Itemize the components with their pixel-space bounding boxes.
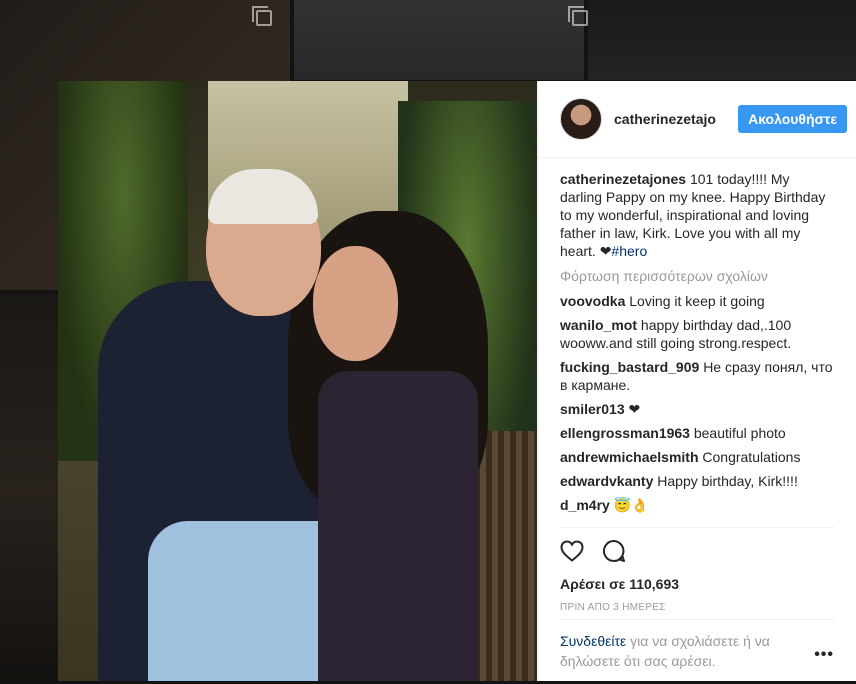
more-options-icon[interactable]: ••• <box>814 645 834 665</box>
multiple-photos-icon <box>252 6 272 26</box>
comment-username[interactable]: voovodka <box>560 293 625 309</box>
comment-item: smiler013 ❤ <box>560 400 834 418</box>
load-more-comments[interactable]: Φόρτωση περισσότερων σχολίων <box>560 267 834 285</box>
post-caption: catherinezetajones 101 today!!!! My darl… <box>560 170 834 260</box>
heart-icon[interactable] <box>560 539 584 567</box>
post-actions: Αρέσει σε 110,693 ΠΡΙΝ ΑΠΟ 3 ΗΜΕΡΕΣ <box>560 527 834 619</box>
comment-item: d_m4ry 😇👌 <box>560 496 834 514</box>
post-header: catherinezetajo Ακολουθήστε <box>538 81 856 158</box>
comment-text: Loving it keep it going <box>629 293 765 309</box>
comment-username[interactable]: fucking_bastard_909 <box>560 359 699 375</box>
post-sidebar: catherinezetajo Ακολουθήστε catherinezet… <box>537 81 856 681</box>
post-modal: catherinezetajo Ακολουθήστε catherinezet… <box>58 81 856 681</box>
comment-username[interactable]: wanilo_mot <box>560 317 637 333</box>
comment-text: beautiful photo <box>693 425 786 441</box>
comment-item: voovodka Loving it keep it going <box>560 292 834 310</box>
photo-woman-face <box>313 246 398 361</box>
post-photo[interactable] <box>58 81 537 681</box>
avatar[interactable] <box>560 98 602 140</box>
comment-item: fucking_bastard_909 Не сразу понял, что … <box>560 358 834 394</box>
login-link[interactable]: Συνδεθείτε <box>560 633 626 649</box>
comment-text: ❤ <box>628 401 641 417</box>
comment-text: 😇👌 <box>613 497 649 513</box>
comment-text: Happy birthday, Kirk!!!! <box>657 473 798 489</box>
comment-item: edwardvkanty Happy birthday, Kirk!!!! <box>560 472 834 490</box>
hashtag-link[interactable]: #hero <box>611 243 647 259</box>
comment-username[interactable]: edwardvkanty <box>560 473 653 489</box>
username-link[interactable]: catherinezetajo <box>614 111 738 127</box>
comment-item: andrewmichaelsmith Congratulations <box>560 448 834 466</box>
login-prompt: Συνδεθείτε για να σχολιάσετε ή να δηλώσε… <box>560 619 834 681</box>
follow-button[interactable]: Ακολουθήστε <box>738 105 847 133</box>
comment-item: wanilo_mot happy birthday dad,.100 wooww… <box>560 316 834 352</box>
comment-username[interactable]: ellengrossman1963 <box>560 425 690 441</box>
comment-item: ellengrossman1963 beautiful photo <box>560 424 834 442</box>
post-timestamp: ΠΡΙΝ ΑΠΟ 3 ΗΜΕΡΕΣ <box>560 602 666 613</box>
comment-bubble-icon[interactable] <box>602 539 626 568</box>
caption-username[interactable]: catherinezetajones <box>560 171 686 187</box>
comment-username[interactable]: smiler013 <box>560 401 625 417</box>
comment-username[interactable]: andrewmichaelsmith <box>560 449 699 465</box>
photo-woman-dress <box>318 371 478 681</box>
login-prompt-text: Συνδεθείτε για να σχολιάσετε ή να δηλώσε… <box>560 631 814 671</box>
comment-username[interactable]: d_m4ry <box>560 497 610 513</box>
comment-text: Congratulations <box>702 449 801 465</box>
likes-count[interactable]: Αρέσει σε 110,693 <box>560 576 834 592</box>
action-icons <box>560 539 834 568</box>
comments-list: catherinezetajones 101 today!!!! My darl… <box>538 158 856 527</box>
multiple-photos-icon <box>568 6 588 26</box>
